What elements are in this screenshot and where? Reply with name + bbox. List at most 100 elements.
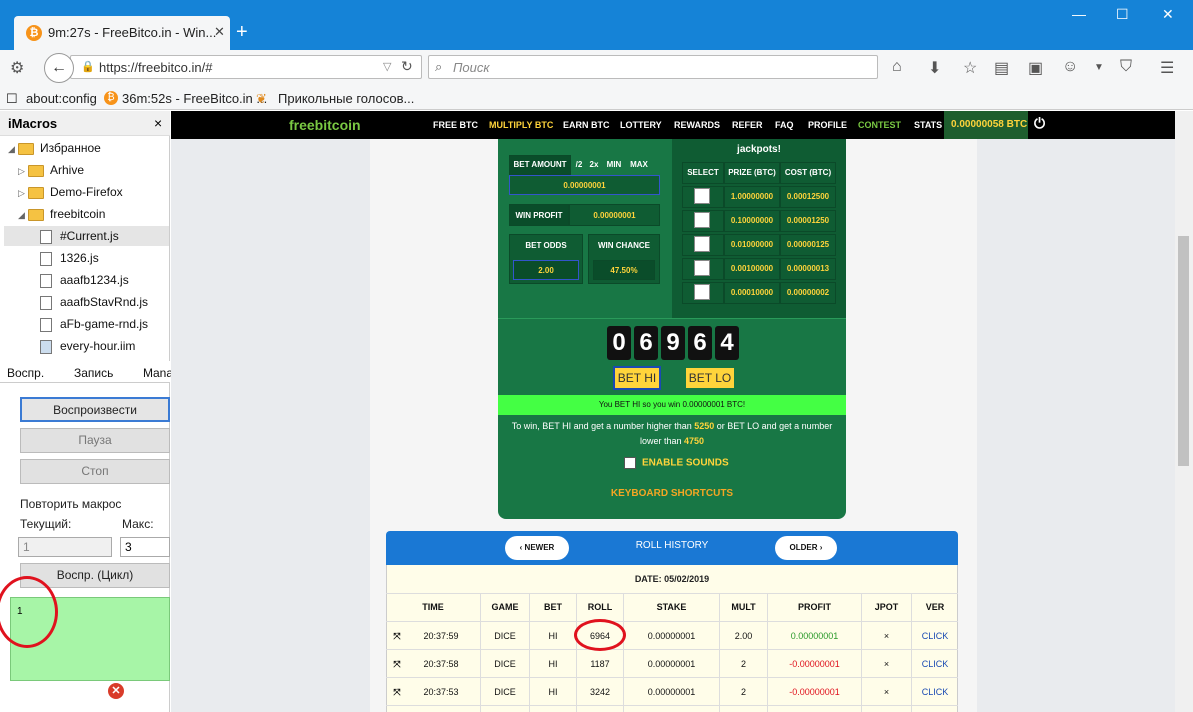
power-icon[interactable]: ⏻ [1034,115,1045,132]
nav-lottery[interactable]: LOTTERY [620,120,662,130]
lock-icon: 🔒 [81,61,95,73]
tree-file[interactable]: aFb-game-rnd.js [40,317,148,332]
lo-threshold: 4750 [684,436,705,446]
max-button[interactable]: MAX [627,160,651,169]
stop-icon[interactable]: ✕ [108,683,124,699]
expand-row-icon[interactable]: ⤧ [390,659,404,670]
bet-odds-label: BET ODDS [525,241,567,250]
tree-file[interactable]: every-hour.iim [40,339,135,354]
enable-sounds-toggle[interactable]: ENABLE SOUNDS [624,457,729,469]
min-button[interactable]: MIN [602,160,626,169]
tree-file[interactable]: aaafbStavRnd.js [40,295,148,310]
scrollbar-thumb[interactable] [1178,236,1189,466]
col-time: TIME [422,602,444,612]
jackpot-checkbox[interactable] [694,236,710,252]
divider [386,705,958,706]
win-chance-value: 47.50% [610,266,638,275]
imacros-title: iMacros [8,116,58,131]
maximize-icon[interactable]: ☐ [1116,6,1129,23]
dropdown-icon[interactable]: ▽ [383,60,391,73]
tree-folder-arhive[interactable]: ▷ Arhive [18,163,84,177]
reload-icon[interactable]: ↻ [401,58,413,75]
bookmark-about-config[interactable]: about:config [26,91,97,106]
tab-record[interactable]: Запись [74,366,113,380]
jackpot-cost: 0.00000002 [780,282,836,304]
bet-lo-button[interactable]: BET LO [684,366,736,390]
home-icon[interactable]: ⌂ [892,58,902,76]
search-input[interactable]: ⌕ Поиск [428,55,878,79]
jackpot-checkbox[interactable] [694,212,710,228]
bookmark-voices[interactable]: Прикольные голосов... [278,91,414,106]
tree-file[interactable]: 1326.js [40,251,99,266]
jackpot-checkbox[interactable] [694,188,710,204]
tree-file[interactable]: #Current.js [40,229,119,244]
tab-play[interactable]: Воспр. [7,366,44,380]
row-jpot: × [883,659,890,669]
jackpot-prize: 0.00010000 [724,282,780,304]
chevron-down-icon[interactable]: ▼ [1094,62,1104,73]
row-time: 20:37:59 [423,631,459,641]
jackpot-checkbox[interactable] [694,284,710,300]
verify-link[interactable]: CLICK [912,631,958,641]
divider [498,318,846,319]
row-profit: -0.00000001 [789,687,840,697]
nav-earn-btc[interactable]: EARN BTC [563,120,610,130]
extension-icon[interactable]: ▣ [1028,58,1043,78]
bookmark-star-icon[interactable]: ☆ [963,58,977,78]
greasemonkey-icon[interactable]: ☺ [1062,58,1078,76]
browser-tab[interactable]: ₿ 9m:27s - FreeBitco.in - Win... ✕ [14,16,230,50]
nav-stats[interactable]: STATS [914,120,942,130]
rules-text: To win, BET HI and get a number higher t… [511,421,833,446]
search-icon: ⌕ [435,59,443,74]
nav-multiply-btc[interactable]: MULTIPLY BTC [489,120,553,130]
tab-close-icon[interactable]: ✕ [214,24,225,40]
site-logo[interactable]: freebitcoin [289,117,361,133]
back-button[interactable]: ← [44,53,74,83]
keyboard-shortcuts-link[interactable]: KEYBOARD SHORTCUTS [498,488,846,499]
verify-link[interactable]: CLICK [912,687,958,697]
nav-rewards[interactable]: REWARDS [674,120,720,130]
new-tab-button[interactable]: + [236,22,248,42]
col-game: GAME [491,602,519,612]
download-icon[interactable]: ⬇ [928,58,941,78]
jackpots-title: jackpots! [737,144,781,155]
tree-file[interactable]: aaafb1234.js [40,273,129,288]
menu-icon[interactable]: ☰ [1160,58,1174,78]
divider [386,593,958,594]
expand-row-icon[interactable]: ⤧ [390,687,404,698]
shield-icon[interactable]: ⛉ [1120,58,1132,76]
close-window-icon[interactable]: ✕ [1162,6,1174,23]
max-field[interactable]: 3 [120,537,170,557]
expand-row-icon[interactable]: ⤧ [390,631,404,642]
older-button[interactable]: OLDER › [775,536,837,560]
tree-folder-freebitcoin[interactable]: ◢ freebitcoin [18,207,105,221]
half-button[interactable]: /2 [572,160,586,169]
jackpot-checkbox[interactable] [694,260,710,276]
play-button[interactable]: Воспроизвести [20,397,170,422]
roll-digit: 4 [715,326,739,360]
tab-manage[interactable]: Mana [143,366,173,380]
imacros-toolbar-icon[interactable]: ⚙ [10,58,24,78]
bookmarks-list-icon[interactable]: ▤ [994,58,1009,78]
nav-faq[interactable]: FAQ [775,120,794,130]
jackpot-cost: 0.00001250 [780,210,836,232]
nav-free-btc[interactable]: FREE BTC [433,120,478,130]
row-mult: 2.00 [734,631,753,641]
minimize-icon[interactable]: — [1072,6,1086,22]
pause-button[interactable]: Пауза [20,428,170,453]
jackpot-prize: 0.00100000 [724,258,780,280]
url-bar[interactable]: 🔒 https://freebitco.in/# ▽ ↻ [70,55,422,79]
bookmark-freebitco[interactable]: 36m:52s - FreeBitco.in ... [122,91,267,106]
double-button[interactable]: 2x [587,160,601,169]
sounds-checkbox [624,457,636,469]
close-icon[interactable]: × [154,115,162,131]
verify-link[interactable]: CLICK [912,659,958,669]
bet-hi-button[interactable]: BET HI [613,366,661,390]
tree-root[interactable]: ◢ Избранное [8,141,101,155]
stop-button[interactable]: Стоп [20,459,170,484]
nav-refer[interactable]: REFER [732,120,763,130]
nav-contest[interactable]: CONTEST [858,120,901,130]
nav-profile[interactable]: PROFILE [808,120,847,130]
divider [386,677,958,678]
tree-folder-demo[interactable]: ▷ Demo-Firefox [18,185,123,199]
